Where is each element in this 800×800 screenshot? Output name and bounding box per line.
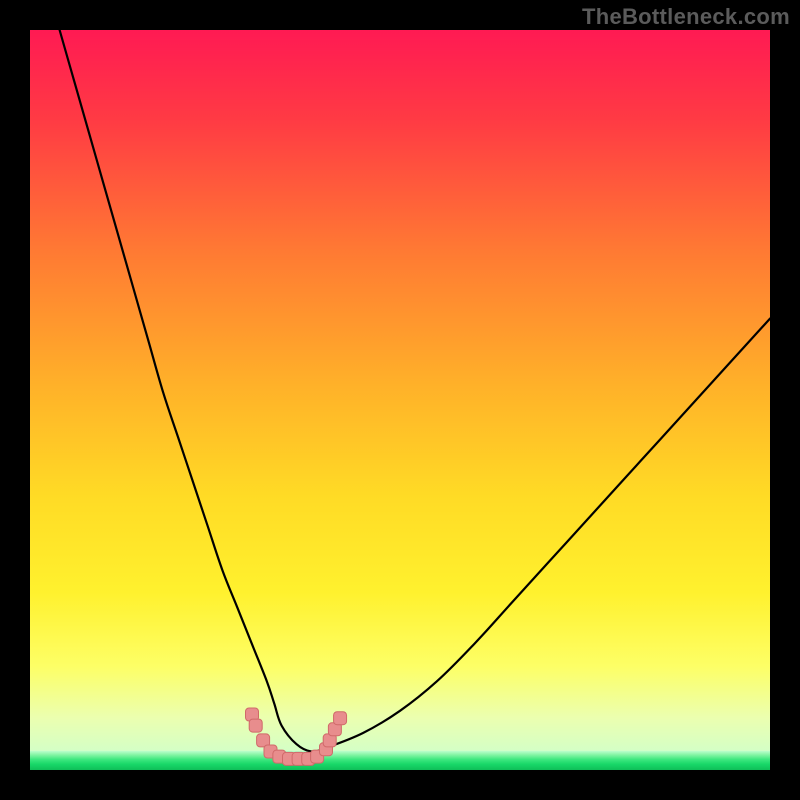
bottleneck-chart (0, 0, 800, 800)
green-band (30, 751, 770, 770)
chart-frame: { "watermark": "TheBottleneck.com", "col… (0, 0, 800, 800)
highlight-marker (249, 719, 262, 732)
watermark-text: TheBottleneck.com (582, 4, 790, 30)
plot-background (30, 30, 770, 770)
highlight-marker (334, 712, 347, 725)
